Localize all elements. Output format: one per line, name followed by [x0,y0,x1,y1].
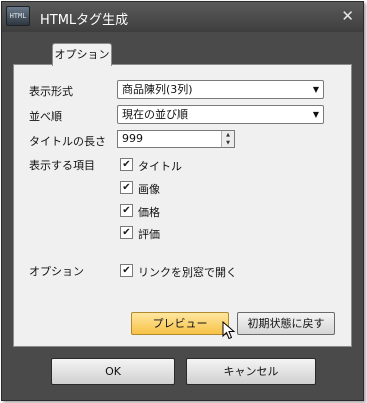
window-title: HTMLタグ生成 [40,13,129,28]
tab-options[interactable]: オプション [52,43,112,66]
title-length-value: 999 [122,132,143,145]
display-items-label: 表示する項目 [29,159,95,172]
display-format-label: 表示形式 [29,85,73,98]
checkbox-label: タイトル [138,160,182,173]
check-icon: ✔ [120,226,133,239]
ok-button[interactable]: OK [51,358,175,385]
checkbox-label: 価格 [138,206,160,219]
checkbox-label: 評価 [138,228,160,241]
title-length-spinner: ▲ ▼ [221,131,234,147]
title-length-label: タイトルの長さ [29,135,106,148]
checkbox-label: 画像 [138,183,160,196]
dialog-window: HTML HTMLタグ生成 ✕ オプション 表示形式 商品陳列(3列) ▼ 並べ… [1,1,364,401]
cancel-button[interactable]: キャンセル [186,358,316,385]
preview-button[interactable]: プレビュー [131,312,229,335]
chevron-down-icon: ▼ [312,110,319,119]
display-format-value: 商品陳列(3列) [122,83,193,96]
check-icon: ✔ [120,158,133,171]
sort-order-value: 現在の並び順 [122,108,188,121]
sort-order-select[interactable]: 現在の並び順 ▼ [117,105,324,124]
chevron-down-icon: ▼ [312,85,319,94]
mouse-cursor-icon [222,321,236,340]
sort-order-label: 並べ順 [29,110,62,123]
spin-up-icon[interactable]: ▲ [222,131,234,139]
check-icon: ✔ [120,264,133,277]
check-icon: ✔ [120,204,133,217]
checkbox-label: リンクを別窓で開く [138,266,237,279]
check-icon: ✔ [120,181,133,194]
reset-button[interactable]: 初期状態に戻す [237,312,335,335]
options-label: オプション [29,265,84,278]
spin-down-icon[interactable]: ▼ [222,139,234,147]
app-icon: HTML [6,6,30,26]
close-icon[interactable]: ✕ [341,7,354,25]
title-bar[interactable]: HTML HTMLタグ生成 ✕ [2,2,363,32]
title-length-input[interactable]: 999 ▲ ▼ [117,130,235,148]
display-format-select[interactable]: 商品陳列(3列) ▼ [117,80,324,99]
